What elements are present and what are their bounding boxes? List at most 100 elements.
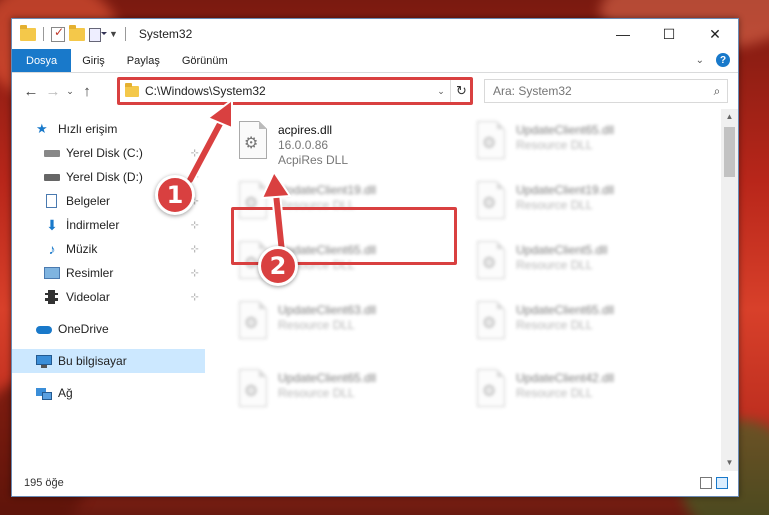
file-description: Resource DLL <box>278 318 355 332</box>
file-item[interactable]: ⚙ UpdateClient42.dll Resource DLL <box>470 365 690 419</box>
pin-icon[interactable]: ⊹ <box>191 268 199 279</box>
sidebar-item-quick-access[interactable]: ★ Hızlı erişim <box>12 117 205 141</box>
sidebar-item-label: Belgeler <box>66 194 111 208</box>
help-icon[interactable]: ? <box>716 53 730 67</box>
pin-icon[interactable]: ⊹ <box>191 220 199 231</box>
title-bar: ▼ System32 — ☐ ✕ <box>12 19 738 49</box>
status-bar: 195 öğe <box>12 470 738 496</box>
ribbon-right-controls: ⌄ ? <box>696 53 730 67</box>
close-button[interactable]: ✕ <box>692 19 738 49</box>
file-version: 16.0.0.86 <box>278 138 329 152</box>
pin-icon[interactable]: ⊹ <box>191 172 199 183</box>
file-item-acpires[interactable]: ⚙ acpires.dll 16.0.0.86 AcpiRes DLL <box>232 117 452 171</box>
callout-step-1: 1 <box>155 175 195 215</box>
file-item[interactable]: ⚙ UpdateClient65.dll Resource DLL <box>232 365 452 419</box>
tab-file[interactable]: Dosya <box>12 49 72 72</box>
sidebar-item-label: Müzik <box>66 242 98 256</box>
sidebar-item-label: İndirmeler <box>66 218 120 232</box>
sidebar-item-label: Ağ <box>58 386 73 400</box>
search-input[interactable] <box>493 84 707 98</box>
file-name: UpdateClient19.dll <box>278 183 377 197</box>
expand-ribbon-icon[interactable]: ⌄ <box>696 55 704 66</box>
file-item[interactable]: ⚙ UpdateClient65.dll Resource DLL <box>470 117 690 171</box>
tab-share[interactable]: Paylaş <box>116 49 171 72</box>
address-highlight-box <box>117 77 473 105</box>
sidebar-item-label: Videolar <box>66 290 110 304</box>
navigation-pane: ★ Hızlı erişim Yerel Disk (C:) ⊹ Yerel D… <box>12 109 205 471</box>
vertical-scrollbar[interactable]: ▲ ▼ <box>721 109 738 471</box>
folder-icon <box>20 24 36 41</box>
sidebar-item-label: Yerel Disk (D:) <box>66 170 143 184</box>
new-folder-icon[interactable] <box>69 24 85 41</box>
file-item[interactable]: ⚙ UpdateClient63.dll Resource DLL <box>232 297 452 351</box>
item-count: 195 öğe <box>24 477 64 489</box>
computer-icon <box>36 354 52 368</box>
customize-toolbar-icon[interactable] <box>89 27 107 42</box>
dll-file-icon: ⚙ <box>474 369 508 409</box>
navigation-bar: ← → ⌄ ↑ C:\Windows\System32 ⌄ ↻ ⌕ <box>12 73 738 109</box>
tab-view[interactable]: Görünüm <box>171 49 239 72</box>
file-description: Resource DLL <box>516 258 593 272</box>
pin-icon[interactable]: ⊹ <box>191 148 199 159</box>
tab-home[interactable]: Giriş <box>71 49 116 72</box>
file-name: UpdateClient63.dll <box>278 303 377 317</box>
scrollbar-thumb[interactable] <box>724 127 735 177</box>
file-description: Resource DLL <box>516 198 593 212</box>
search-icon[interactable]: ⌕ <box>707 84 727 99</box>
view-toggles <box>700 477 728 489</box>
sidebar-item-pictures[interactable]: Resimler ⊹ <box>12 261 205 285</box>
drive-icon <box>44 170 60 184</box>
dll-file-icon: ⚙ <box>236 301 270 341</box>
quick-access-toolbar: ▼ <box>20 24 129 42</box>
pin-icon[interactable]: ⊹ <box>191 244 199 255</box>
documents-icon <box>44 194 60 208</box>
file-description: AcpiRes DLL <box>278 153 349 167</box>
sidebar-item-network[interactable]: Ağ <box>12 381 205 405</box>
file-description: Resource DLL <box>516 138 593 152</box>
back-button[interactable]: ← <box>20 83 42 100</box>
forward-button[interactable]: → <box>42 83 64 100</box>
sidebar-item-music[interactable]: ♪ Müzik ⊹ <box>12 237 205 261</box>
toolbar-separator <box>124 27 126 41</box>
up-button[interactable]: ↑ <box>76 83 98 100</box>
dll-file-icon: ⚙ <box>474 241 508 281</box>
video-icon <box>44 290 60 304</box>
maximize-button[interactable]: ☐ <box>646 19 692 49</box>
properties-check-icon[interactable] <box>51 25 65 42</box>
file-item[interactable]: ⚙ UpdateClient5.dll Resource DLL <box>470 237 690 291</box>
download-icon: ⬇ <box>46 217 58 233</box>
file-description: Resource DLL <box>278 386 355 400</box>
scroll-up-icon[interactable]: ▲ <box>721 109 738 125</box>
toolbar-separator <box>43 27 44 41</box>
window-controls: — ☐ ✕ <box>600 19 738 49</box>
callout-step-2: 2 <box>258 246 298 286</box>
recent-locations-icon[interactable]: ⌄ <box>64 86 76 97</box>
pin-icon[interactable]: ⊹ <box>191 292 199 303</box>
file-name: UpdateClient5.dll <box>516 243 608 257</box>
dll-file-icon: ⚙ <box>474 121 508 161</box>
file-name: UpdateClient65.dll <box>278 371 377 385</box>
minimize-button[interactable]: — <box>600 19 646 49</box>
sidebar-item-downloads[interactable]: ⬇ İndirmeler ⊹ <box>12 213 205 237</box>
sidebar-item-this-pc[interactable]: Bu bilgisayar <box>12 349 205 373</box>
sidebar-item-label: Yerel Disk (C:) <box>66 146 143 160</box>
scroll-down-icon[interactable]: ▼ <box>721 455 738 471</box>
sidebar-item-label: Resimler <box>66 266 114 280</box>
file-list: ⚙ acpires.dll 16.0.0.86 AcpiRes DLL ⚙ Up… <box>208 109 722 471</box>
file-item[interactable]: ⚙ UpdateClient65.dll Resource DLL <box>470 297 690 351</box>
sidebar-item-drive-c[interactable]: Yerel Disk (C:) ⊹ <box>12 141 205 165</box>
file-item[interactable]: ⚙ UpdateClient19.dll Resource DLL <box>470 177 690 231</box>
pictures-icon <box>44 266 60 280</box>
explorer-window: ▼ System32 — ☐ ✕ Dosya Giriş Paylaş Görü… <box>11 18 739 497</box>
qat-dropdown-icon[interactable]: ▼ <box>109 29 118 39</box>
sidebar-item-videos[interactable]: Videolar ⊹ <box>12 285 205 309</box>
network-icon <box>36 386 52 400</box>
dll-file-icon: ⚙ <box>474 301 508 341</box>
sidebar-item-onedrive[interactable]: OneDrive <box>12 317 205 341</box>
search-box[interactable]: ⌕ <box>484 79 728 103</box>
dll-file-icon: ⚙ <box>236 369 270 409</box>
tiles-view-icon[interactable] <box>716 477 728 489</box>
details-view-icon[interactable] <box>700 477 712 489</box>
sidebar-item-label: OneDrive <box>58 322 109 336</box>
file-name: UpdateClient65.dll <box>516 303 615 317</box>
